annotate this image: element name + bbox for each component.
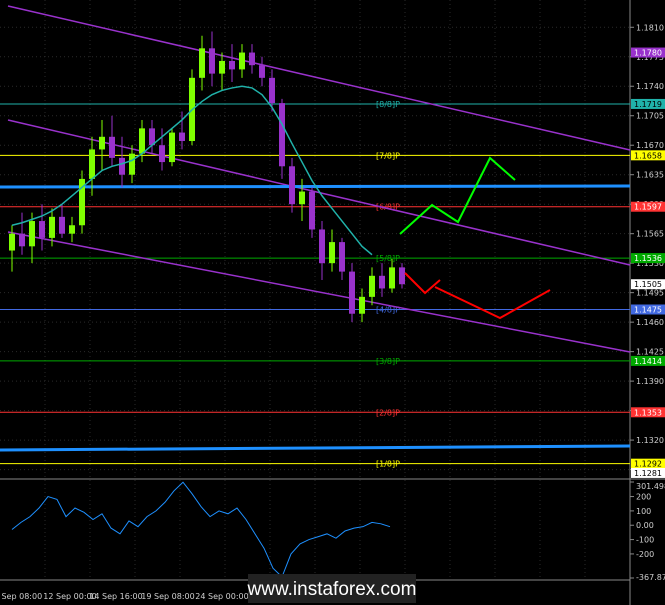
candle-body: [389, 267, 395, 289]
murray-level-label: [3/8]P: [376, 357, 400, 366]
price-tag-label: 1.1475: [634, 306, 662, 315]
candle-body: [129, 153, 135, 175]
candle-body: [19, 233, 25, 247]
candle-body: [309, 191, 315, 230]
cci-panel: 301.498 200 100 0.00 -100 -200 -367.870: [11, 481, 665, 582]
time-tick-label: 24 Sep 00:00: [195, 592, 248, 601]
candle-body: [289, 166, 295, 205]
price-axis: 1.18101.17751.17401.17051.16701.16351.16…: [630, 23, 664, 475]
candle-body: [379, 275, 385, 289]
price-tag-label: 1.1353: [634, 408, 662, 417]
price-tag-label: 1.1597: [634, 203, 662, 212]
price-tick-label: 1.1320: [636, 436, 664, 445]
candle-body: [49, 216, 55, 238]
price-tag-label: 1.1780: [634, 49, 662, 58]
candle-body: [159, 145, 165, 163]
candle-body: [349, 271, 355, 314]
forecast-arrow-down: [434, 286, 551, 320]
time-axis: 6 Sep 08:0012 Sep 00:0014 Sep 16:0019 Se…: [0, 592, 249, 601]
price-tick-label: 1.1460: [636, 318, 664, 327]
cci-line: [11, 481, 391, 578]
candle-body: [359, 296, 365, 314]
forecast-arrow-down: [404, 272, 441, 295]
cci-tick-label: -367.870: [636, 573, 665, 582]
price-tick-label: 1.1705: [636, 112, 664, 121]
candle-body: [9, 233, 15, 251]
price-tag-label: 1.1505: [634, 280, 662, 289]
price-chart: [8/8]P[7/8]P[6/8]P[5/8]P[4/8]P[3/8]P[2/8…: [0, 0, 665, 605]
candle-body: [139, 128, 145, 154]
candles: [9, 31, 405, 323]
candle-body: [239, 52, 245, 70]
price-tag-label: 1.1719: [634, 100, 662, 109]
candle-body: [329, 242, 335, 264]
candle-body: [29, 221, 35, 247]
price-tag-label: 1.1414: [634, 357, 662, 366]
forecast-arrow-up: [399, 156, 516, 235]
candle-body: [99, 136, 105, 150]
murray-level-label: [5/8]P: [376, 254, 400, 263]
price-tick-label: 1.1635: [636, 171, 664, 180]
price-tick-label: 1.1390: [636, 377, 664, 386]
cci-tick-label: 301.498: [636, 482, 665, 491]
price-tag-label: 1.1281: [634, 469, 662, 478]
price-tag-label: 1.1658: [634, 151, 662, 160]
candle-body: [199, 48, 205, 78]
time-tick-label: 19 Sep 08:00: [141, 592, 194, 601]
cci-tick-label: -100: [636, 536, 654, 545]
price-tick-label: 1.1670: [636, 141, 664, 150]
cci-tick-label: 0.00: [636, 521, 654, 530]
watermark: www.instaforex.com: [247, 579, 417, 600]
candle-body: [209, 48, 215, 74]
candle-body: [39, 221, 45, 238]
grid: [0, 0, 665, 605]
cci-tick-label: 200: [636, 493, 651, 502]
candle-body: [89, 149, 95, 179]
time-tick-label: 14 Sep 16:00: [89, 592, 142, 601]
candle-body: [229, 60, 235, 70]
candle-body: [279, 103, 285, 167]
time-tick-label: 6 Sep 08:00: [0, 592, 42, 601]
cci-tick-label: 100: [636, 507, 651, 516]
price-tick-label: 1.1740: [636, 82, 664, 91]
murray-level-label: [8/8]P: [376, 100, 400, 109]
trend-channels: [7, 5, 631, 353]
candle-body: [319, 229, 325, 264]
candle-body: [249, 52, 255, 66]
candle-body: [259, 65, 265, 78]
cci-tick-label: -200: [636, 550, 654, 559]
candle-body: [119, 157, 125, 175]
murray-level-label: [1/8]P: [376, 460, 400, 469]
price-tag-label: 1.1292: [634, 460, 662, 469]
candle-body: [269, 77, 275, 104]
price-tag-label: 1.1536: [634, 254, 662, 263]
murray-level-label: [2/8]P: [376, 408, 400, 417]
murray-level-label: [7/8]P: [376, 151, 400, 160]
candle-body: [179, 132, 185, 142]
price-tick-label: 1.1425: [636, 348, 664, 357]
candle-body: [219, 60, 225, 74]
chart-window: [8/8]P [7/8]P [6/8]P [5/8]P [4/8]P [3/8]P [2/8…: [0, 0, 665, 605]
candle-body: [399, 267, 405, 285]
price-tick-label: 1.1495: [636, 289, 664, 298]
price-tick-label: 1.1810: [636, 23, 664, 32]
horizontal-level-line: [0, 444, 631, 452]
candle-body: [69, 225, 75, 234]
forecast-arrows: [399, 156, 551, 320]
candle-body: [369, 275, 375, 297]
candle-body: [299, 191, 305, 205]
price-tick-label: 1.1565: [636, 230, 664, 239]
candle-body: [169, 132, 175, 163]
candle-body: [339, 242, 345, 272]
candle-body: [59, 216, 65, 234]
candle-body: [109, 136, 115, 158]
